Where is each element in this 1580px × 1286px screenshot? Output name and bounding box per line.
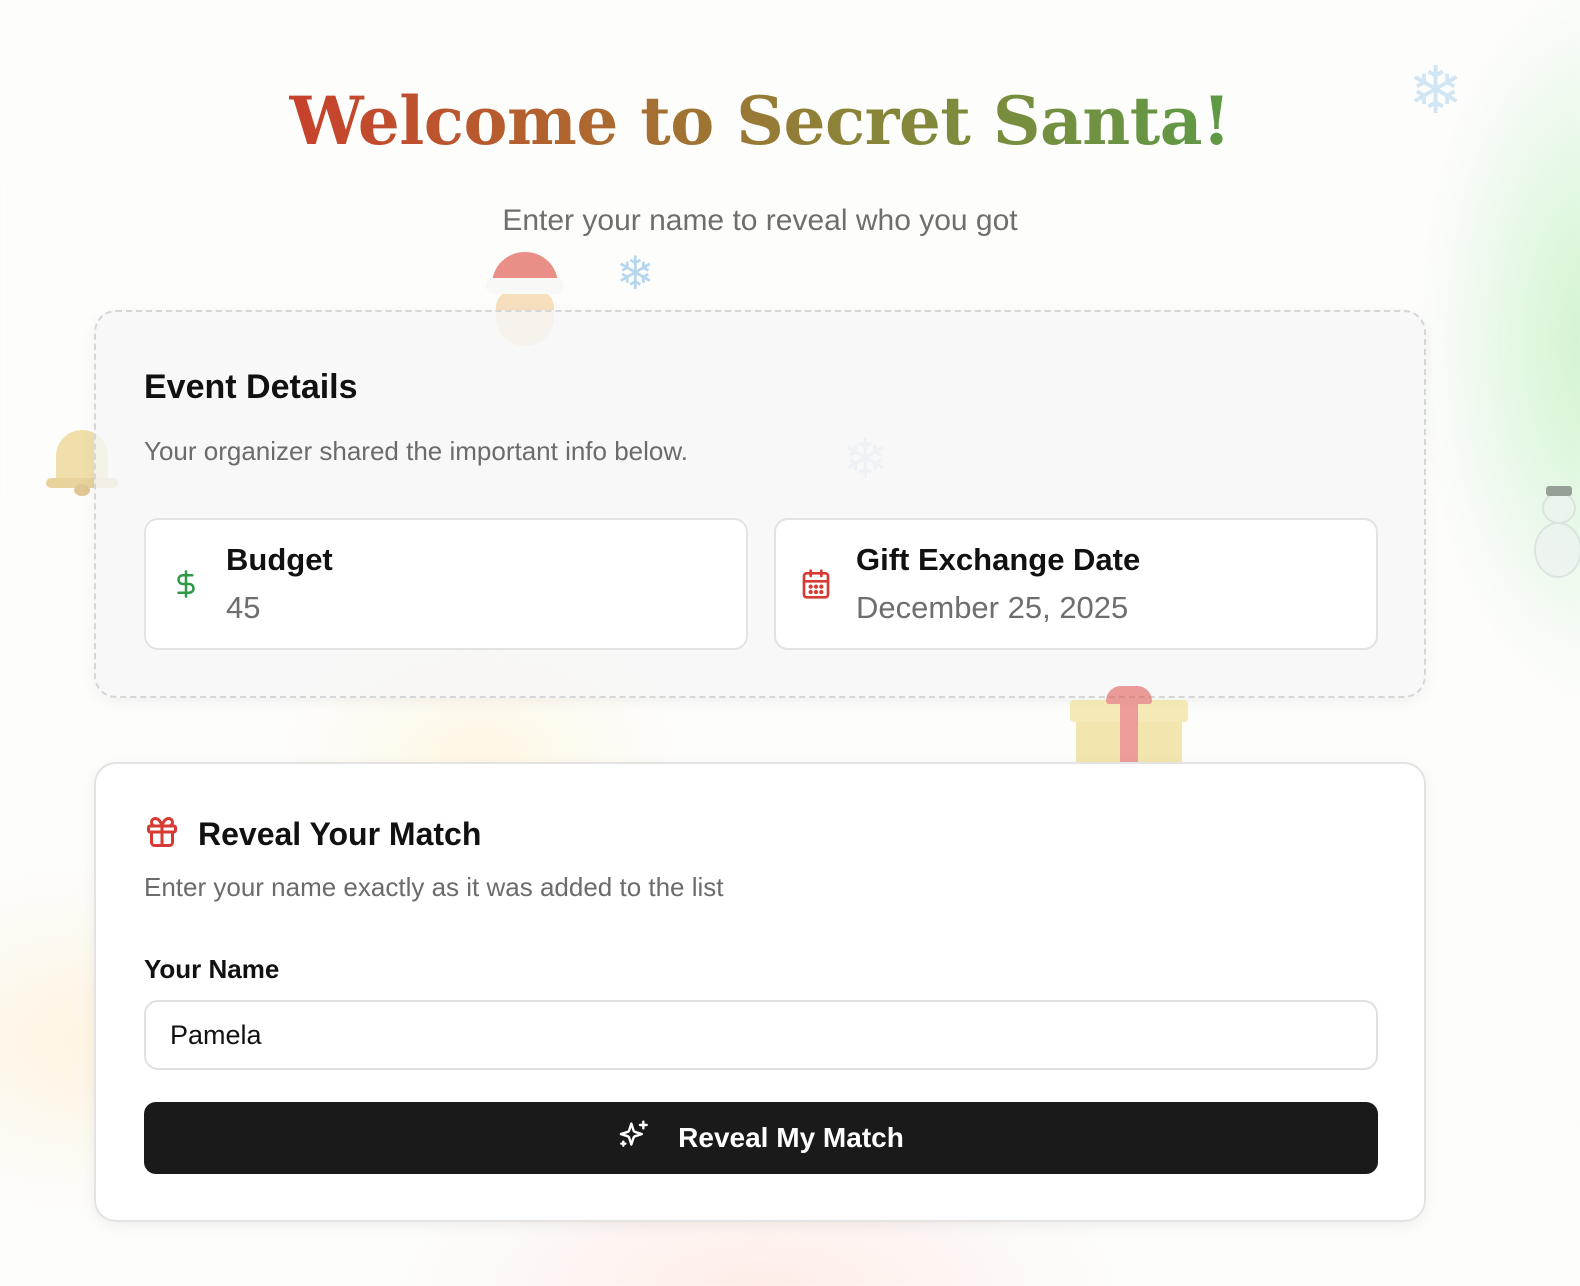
reveal-my-match-label: Reveal My Match — [678, 1122, 904, 1153]
calendar-icon — [798, 566, 834, 602]
budget-label: Budget — [226, 542, 333, 577]
date-tile: Gift Exchange Date December 25, 2025 — [774, 518, 1378, 650]
budget-value: 45 — [226, 590, 261, 625]
date-value: December 25, 2025 — [856, 590, 1129, 625]
reveal-match-card: Reveal Your Match Enter your name exactl… — [94, 762, 1426, 1222]
snowman-icon — [1530, 486, 1580, 582]
reveal-title: Reveal Your Match — [198, 816, 482, 852]
page-subtitle: Enter your name to reveal who you got — [502, 204, 1018, 237]
event-details-card: Event Details Your organizer shared the … — [94, 310, 1426, 698]
date-label: Gift Exchange Date — [856, 542, 1141, 577]
dollar-icon — [168, 566, 204, 602]
page-title: Welcome to Secret Santa! — [289, 82, 1231, 160]
reveal-description: Enter your name exactly as it was added … — [144, 872, 724, 902]
event-details-title: Event Details — [144, 368, 358, 406]
reveal-my-match-button[interactable]: Reveal My Match — [144, 1102, 1378, 1174]
your-name-input[interactable] — [144, 1000, 1378, 1070]
snowflake-icon: ❄ — [616, 246, 655, 300]
your-name-label: Your Name — [144, 954, 280, 984]
reveal-header: Reveal Your Match — [144, 814, 481, 855]
event-details-description: Your organizer shared the important info… — [144, 436, 688, 466]
sparkles-icon — [618, 1119, 650, 1158]
budget-tile: Budget 45 — [144, 518, 748, 650]
gift-icon — [144, 814, 180, 855]
